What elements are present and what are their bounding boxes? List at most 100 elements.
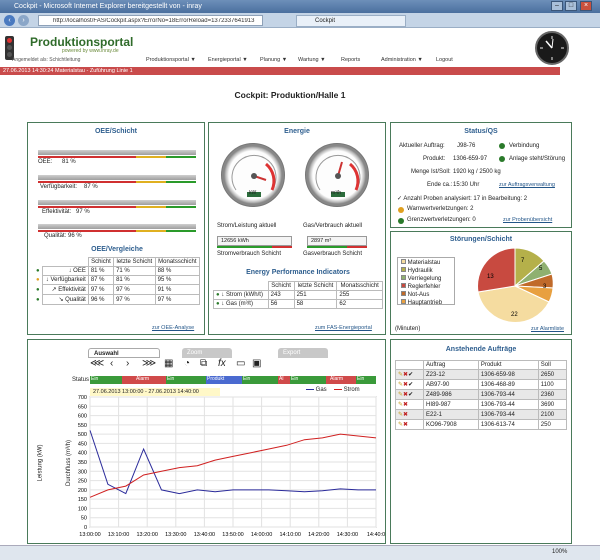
y-tick-label: 0	[84, 525, 87, 531]
minimize-button[interactable]: –	[551, 1, 563, 11]
maximize-button[interactable]: □	[565, 1, 577, 11]
chart-tabs: Auswahl Zoom Export	[88, 348, 328, 358]
oee-panel: OEE/Schicht OEE: 81 % Verfügbarkeit: 87 % …	[27, 122, 205, 335]
legend-item: Reglerfehler	[401, 283, 440, 290]
alarm-status-bar: 27.06.2013 14:30:24 Materialstau - Zufüh…	[0, 67, 560, 75]
next-icon[interactable]: ›	[126, 358, 129, 369]
table-row[interactable]: ✎✖✔ Z489-986 1306-793-44 2360	[395, 389, 568, 400]
proben-info: ✓ Anzahl Proben analysiert: 17 in Bearbe…	[397, 196, 528, 202]
nav-reports[interactable]: Reports	[341, 57, 360, 63]
effektivitaet-label: Effektivität:	[42, 209, 72, 215]
y-tick-label: 300	[78, 469, 87, 475]
oee-label: OEE:	[38, 159, 53, 165]
proben-link[interactable]: zur Probenübersicht	[503, 217, 552, 223]
energieportal-link[interactable]: zum FAS-Energieportal	[315, 325, 372, 331]
table-row[interactable]: ✎✖ E22-1 1306-793-44 2100	[395, 409, 568, 420]
strom-caption: Strom/Leistung aktuell	[217, 223, 277, 229]
status-qs-title: Status/QS	[464, 128, 498, 135]
url-input[interactable]	[38, 15, 263, 26]
close-window-button[interactable]: ×	[580, 1, 592, 11]
browser-tab-cockpit[interactable]: Cockpit	[296, 15, 406, 27]
y-tick-label: 550	[78, 423, 87, 429]
orders-title: Anstehende Aufträge	[445, 346, 517, 353]
status-segment: Al	[278, 376, 290, 384]
qualitaet-value: 96 %	[68, 233, 82, 239]
legend-item: Hydraulik	[401, 267, 433, 274]
status-segment: Ein	[90, 376, 122, 384]
last-icon[interactable]: ⋙	[142, 358, 156, 369]
tab-auswahl[interactable]: Auswahl	[88, 348, 160, 358]
x-tick-label: 13:20:00	[136, 532, 157, 538]
first-icon[interactable]: ⋘	[90, 358, 104, 369]
epi-title: Energy Performance Indicators	[246, 269, 350, 276]
table-row: ● ↗ Effektivität 97 % 97 % 91 %	[34, 284, 201, 295]
table-row[interactable]: ✎✖ HI89-987 1306-793-44 3690	[395, 399, 568, 410]
gas-readout: 2897 m³	[307, 236, 367, 246]
orders-table: Auftrag Produkt Soll ✎✖✔ Z23-12 1306-659-98 2…	[395, 360, 568, 430]
chart-toolbar: ⋘ ‹ › ⋙ ▦ ◔ ⧉ fx ▭ ▣	[88, 358, 268, 374]
tab-export[interactable]: Export	[278, 348, 328, 358]
end-time: 15:30 Uhr	[453, 182, 480, 188]
legend-item: Materialstau	[401, 259, 440, 266]
energy-title: Energie	[284, 128, 310, 135]
nav-wartung[interactable]: Wartung ▼	[298, 57, 326, 63]
table-row[interactable]: ✎✖✔ AB97-90 1306-468-89 1100	[395, 379, 568, 390]
grenz-icon	[398, 218, 404, 224]
y-tick-label: 200	[78, 488, 87, 494]
table-row[interactable]: ✎✖✔ Z23-12 1306-659-98 2650	[395, 369, 568, 380]
quantity: 1920 kg / 2500 kg	[453, 169, 501, 175]
verfuegbarkeit-label: Verfügbarkeit:	[40, 184, 78, 190]
table-row[interactable]: ✎✖ KO96-7908 1306-613-74 250	[395, 419, 568, 430]
analysis-icon[interactable]: ◔	[184, 358, 190, 369]
open-icon[interactable]: ▭	[236, 358, 245, 369]
back-icon[interactable]: ‹	[4, 15, 15, 26]
table-row: ● ↘ Qualität 96 % 97 % 97 %	[34, 294, 201, 305]
status-segment: Produkt	[206, 376, 242, 384]
prev-icon[interactable]: ‹	[110, 358, 113, 369]
auftragsverwaltung-link[interactable]: zur Auftragsverwaltung	[499, 182, 555, 188]
current-product: 1306-659-97	[453, 156, 488, 162]
forward-icon[interactable]: ›	[18, 15, 29, 26]
y-tick-label: 150	[78, 497, 87, 503]
nav-administration[interactable]: Administration ▼	[381, 57, 423, 63]
status-segment: Ein	[242, 376, 278, 384]
pie-legend: Materialstau Hydraulik Verriegelung Regl…	[397, 257, 455, 306]
tab-zoom[interactable]: Zoom	[182, 348, 232, 358]
stoerungen-pie-chart: 7 5 3 13 22	[477, 247, 554, 323]
alarmliste-link[interactable]: zur Alarmliste	[531, 326, 564, 332]
address-bar: ‹ › Cockpit	[0, 13, 600, 28]
zoom-level[interactable]: 100%	[552, 549, 567, 555]
svg-text:22: 22	[511, 312, 518, 318]
save-icon[interactable]: ▣	[252, 358, 261, 369]
oee-analyse-link[interactable]: zur OEE-Analyse	[152, 325, 194, 331]
window-titlebar: Cockpit - Microsoft Internet Explorer be…	[0, 0, 600, 13]
effektivitaet-value: 97 %	[76, 209, 90, 215]
nav-logout[interactable]: Logout	[436, 57, 453, 63]
clock-icon	[535, 31, 569, 65]
y-tick-label: 400	[78, 451, 87, 457]
x-tick-label: 13:10:00	[108, 532, 129, 538]
oee-compare-table: Schicht letzte Schicht Monatsschicht ● ↓ OE…	[34, 257, 201, 305]
strom-schicht-caption: Stromverbrauch Schicht	[217, 251, 282, 257]
oee-value: 81 %	[62, 159, 76, 165]
logo[interactable]: Produktionsportal	[30, 35, 133, 49]
warn-icon	[398, 207, 404, 213]
pie-unit: (Minuten)	[395, 326, 421, 332]
browser-status-bar: 100%	[0, 545, 600, 560]
nav-energieportal[interactable]: Energieportal ▼	[208, 57, 248, 63]
oee-compare-title: OEE/Vergleiche	[91, 246, 143, 253]
gas-schicht-caption: Gasverbrauch Schicht	[303, 251, 363, 257]
nav-planung[interactable]: Planung ▼	[260, 57, 287, 63]
gas-gauge	[305, 143, 369, 207]
power-line-chart: 0 50 100 150 200 250 300 350 400 450 500 550 600 650 7…	[78, 395, 385, 538]
y-tick-label: 250	[78, 479, 87, 485]
x-tick-label: 14:20:00	[308, 532, 329, 538]
nav-produktionsportal[interactable]: Produktionsportal ▼	[146, 57, 196, 63]
x-tick-label: 14:10:00	[279, 532, 300, 538]
current-order: J98-76	[457, 143, 476, 149]
stoerungen-title: Störungen/Schicht	[449, 236, 513, 243]
compare-icon[interactable]: ⧉	[200, 358, 207, 369]
chart-panel: Auswahl Zoom Export ⋘ ‹ › ⋙ ▦ ◔ ⧉ fx ▭ ▣…	[27, 339, 386, 544]
formula-icon[interactable]: fx	[218, 358, 226, 369]
calendar-icon[interactable]: ▦	[164, 358, 173, 369]
